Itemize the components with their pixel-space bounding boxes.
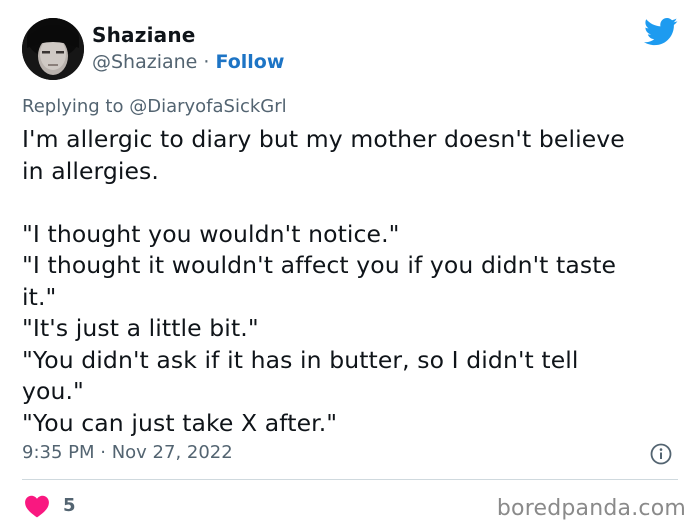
- twitter-bird-icon[interactable]: [644, 17, 678, 47]
- author-handle-row: @Shaziane · Follow: [92, 49, 284, 75]
- replying-to: Replying to @DiaryofaSickGrl: [22, 94, 287, 120]
- tweet-card: Shaziane @Shaziane · Follow Replying to …: [0, 0, 700, 532]
- tweet-text: I'm allergic to diary but my mother does…: [22, 124, 682, 439]
- tweet-line: "I thought it wouldn't affect you if you…: [22, 251, 617, 279]
- tweet-timestamp[interactable]: 9:35 PM · Nov 27, 2022: [22, 440, 233, 466]
- avatar-image: [22, 18, 84, 80]
- reply-prefix: Replying to: [22, 96, 130, 117]
- info-icon[interactable]: [650, 443, 672, 465]
- watermark: boredpanda.com: [496, 496, 686, 521]
- reply-handle-link[interactable]: @DiaryofaSickGrl: [129, 96, 286, 117]
- avatar[interactable]: [22, 18, 84, 80]
- author-handle[interactable]: @Shaziane: [92, 51, 197, 73]
- follow-button[interactable]: Follow: [216, 51, 285, 73]
- tweet-line: "You didn't ask if it has in butter, so …: [22, 345, 579, 374]
- tweet-line: I'm allergic to diary but my mother does…: [22, 125, 625, 153]
- heart-icon[interactable]: [24, 494, 50, 518]
- author-display-name[interactable]: Shaziane: [92, 22, 196, 48]
- tweet-line: in allergies.: [22, 156, 159, 185]
- tweet-line-blank: [22, 187, 682, 219]
- handle-separator: ·: [197, 51, 216, 73]
- like-count: 5: [63, 495, 76, 516]
- tweet-line: you.": [22, 377, 84, 405]
- tweet-line: "I thought you wouldn't notice.": [22, 219, 400, 248]
- tweet-line: "You can just take X after.": [22, 408, 338, 437]
- divider: [22, 479, 678, 480]
- tweet-line: "It's just a little bit.": [22, 314, 259, 342]
- tweet-line: it.": [22, 282, 57, 311]
